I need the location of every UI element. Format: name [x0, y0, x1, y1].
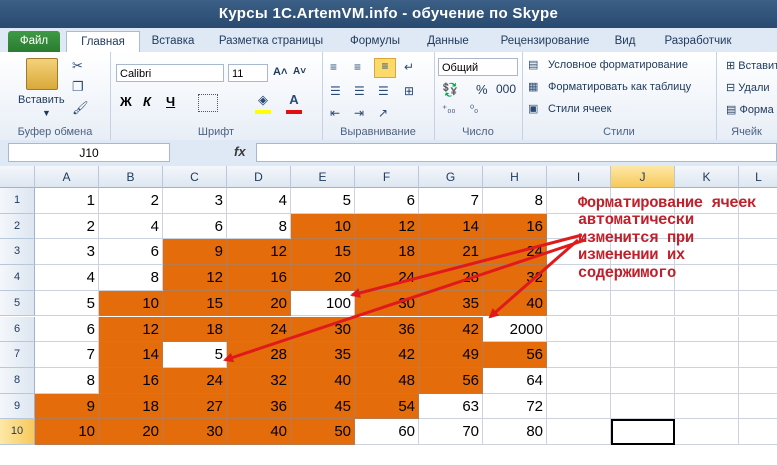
arrow-to-c7 [223, 238, 586, 363]
annotation-arrows [223, 233, 586, 363]
arrow-to-h6 [488, 238, 579, 319]
